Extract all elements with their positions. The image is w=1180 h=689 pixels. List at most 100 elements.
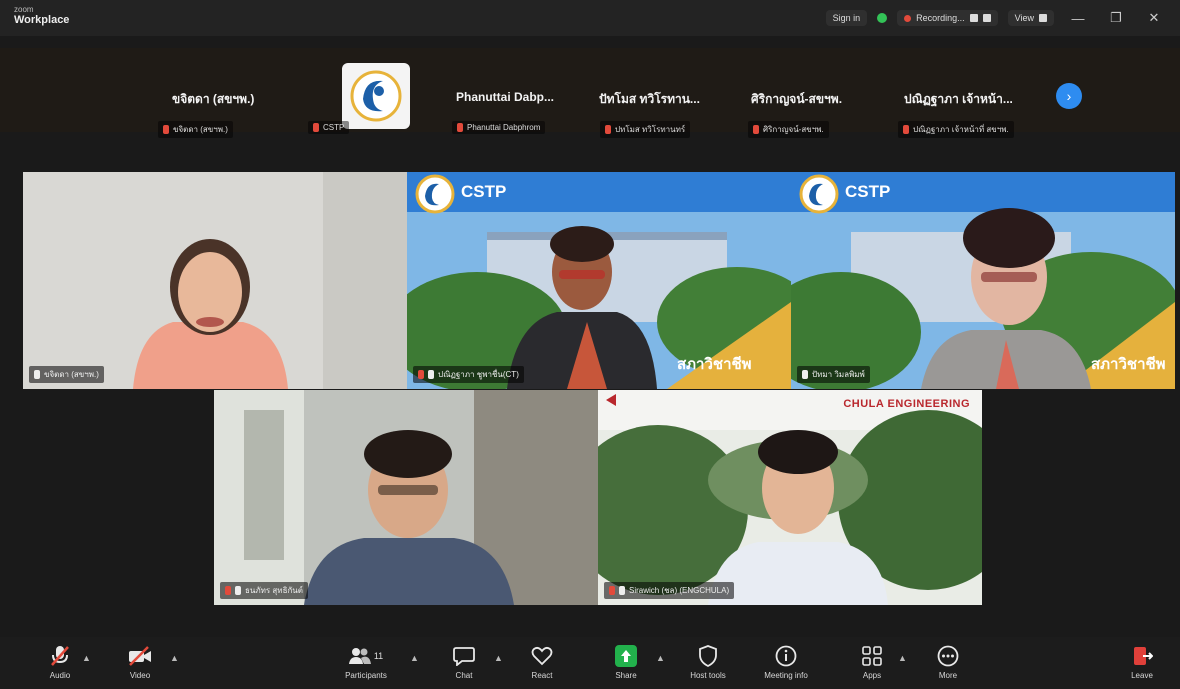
video-options-chevron-icon[interactable]: ▲ [170,653,179,663]
app-title: zoom Workplace [14,4,69,26]
muted-mic-icon [225,586,231,595]
more-button[interactable]: More [916,643,980,680]
chevron-right-icon: › [1066,88,1072,104]
strip-participant-tag: ปณิฏฐาภา เจ้าหน้าที่ สขฯพ. [898,121,1014,138]
chat-button[interactable]: Chat [432,643,496,680]
mic-icon [428,370,434,379]
meeting-info-button[interactable]: Meeting info [754,643,818,680]
video-banner-title: CSTP [461,182,507,201]
video-tile[interactable]: CHULA ENGINEERING Sirawich (ชล) (ENGCHUL… [598,390,982,605]
strip-tag-label: ปทโมส ทวิโรทานทร์ [615,125,686,134]
muted-mic-icon [457,123,463,132]
sign-in-label: Sign in [832,13,861,23]
leave-label: Leave [1131,671,1153,680]
muted-mic-icon [50,643,70,669]
video-tile-name: Sirawich (ชล) (ENGCHULA) [629,586,730,595]
chat-label: Chat [455,671,473,680]
strip-participant-name: Phanuttai Dabp... [456,90,555,104]
video-banner-caption: สภาวิชาชีพ [1091,356,1166,373]
apps-options-chevron-icon[interactable]: ▲ [898,653,907,663]
view-label: View [1014,13,1034,23]
pause-icon[interactable] [969,14,978,22]
more-label: More [938,671,958,680]
muted-mic-icon [605,125,611,134]
strip-participant-tag: CSTP [308,121,350,134]
audio-options-chevron-icon[interactable]: ▲ [82,653,91,663]
view-button[interactable]: View [1007,10,1054,26]
video-tile[interactable]: CSTP สภาวิชาชีพ ปัทมา วิมลพิมพ์ [791,172,1175,389]
video-tile-nametag: ธนภัทร สุทธิกันต์ [220,582,308,599]
mic-icon [235,586,241,595]
grid-view-icon [1039,14,1047,22]
record-dot-icon [904,14,912,22]
react-button[interactable]: React [510,643,574,680]
cstp-logo-icon [350,70,402,122]
participants-label: Participants [345,671,387,680]
muted-mic-icon [163,125,169,134]
more-icon [937,643,959,669]
share-button[interactable]: Share [594,643,658,680]
share-options-chevron-icon[interactable]: ▲ [656,653,665,663]
sign-in-button[interactable]: Sign in [825,10,868,26]
muted-mic-icon [609,586,615,595]
apps-icon [861,643,883,669]
muted-mic-icon [418,370,424,379]
strip-participant-tag: ศิริกาญจน์-สขฯพ. [748,121,829,138]
strip-participant-name: ปณิฏฐาภา เจ้าหน้า... [904,92,1013,106]
strip-participant-name: ขจิตดา (สขฯพ.) [172,92,255,106]
muted-mic-icon [753,125,759,134]
video-banner-title: CSTP [845,182,891,201]
shield-icon [698,643,718,669]
host-tools-label: Host tools [690,671,726,680]
app-title-product: Workplace [14,14,70,26]
video-banner-caption: สภาวิชาชีพ [677,356,752,373]
chat-options-chevron-icon[interactable]: ▲ [494,653,503,663]
participant-video-icon [23,172,407,389]
maximize-icon[interactable]: ❐ [1102,10,1130,26]
heart-icon [531,643,553,669]
video-tile-name: ปณิฏฐาภา ชูพาชื่น(CT) [438,370,519,379]
video-tile[interactable]: ธนภัทร สุทธิกันต์ [214,390,598,605]
muted-mic-icon [903,125,909,134]
chat-icon [453,643,475,669]
recording-label: Recording... [916,13,965,23]
title-bar: zoom Workplace Sign in Recording... View… [0,0,1180,36]
video-tile-name: ขจิตดา (สขฯพ.) [44,370,99,379]
strip-participant-name: ศิริกาญจน์-สขฯพ. [751,92,843,106]
strip-cstp-logo-tile[interactable] [342,63,410,129]
strip-participant-tag: ขจิตดา (สขฯพ.) [158,121,233,138]
video-tile-nametag: ปณิฏฐาภา ชูพาชื่น(CT) [413,366,524,383]
recording-indicator[interactable]: Recording... [897,10,998,26]
video-tile-nametag: ปัทมา วิมลพิมพ์ [797,366,870,383]
close-icon[interactable]: ✕ [1140,10,1168,26]
video-button[interactable]: Video [108,643,172,680]
react-label: React [531,671,553,680]
stop-icon[interactable] [982,14,991,22]
participants-icon: 11 [348,643,384,669]
video-off-icon [128,643,152,669]
leave-icon [1131,643,1153,669]
leave-button[interactable]: Leave [1110,643,1174,680]
mic-icon [619,586,625,595]
video-label: Video [129,671,151,680]
meeting-toolbar: Audio ▲ Video ▲ 11 Participants ▲ Chat ▲… [0,637,1180,689]
share-label: Share [615,671,637,680]
video-tile[interactable]: ขจิตดา (สขฯพ.) [23,172,407,389]
strip-tag-label: ศิริกาญจน์-สขฯพ. [763,125,824,134]
shield-icon[interactable] [877,13,888,23]
video-tile[interactable]: CSTP สภาวิชาชีพ ปณิฏฐาภา ชูพาชื่น(CT) [407,172,791,389]
minimize-icon[interactable]: — [1064,11,1092,26]
participants-button[interactable]: 11 Participants [334,643,398,680]
info-icon [775,643,797,669]
participants-count: 11 [373,651,384,661]
meeting-info-label: Meeting info [764,671,808,680]
participants-options-chevron-icon[interactable]: ▲ [410,653,419,663]
apps-label: Apps [862,671,882,680]
strip-participant-tag: ปทโมส ทวิโรทานทร์ [600,121,691,138]
mic-icon [34,370,40,379]
apps-button[interactable]: Apps [840,643,904,680]
strip-next-page-button[interactable]: › [1056,83,1082,109]
host-tools-button[interactable]: Host tools [676,643,740,680]
strip-tag-label: Phanuttai Dabphrom [467,123,541,132]
muted-mic-icon [313,123,319,132]
